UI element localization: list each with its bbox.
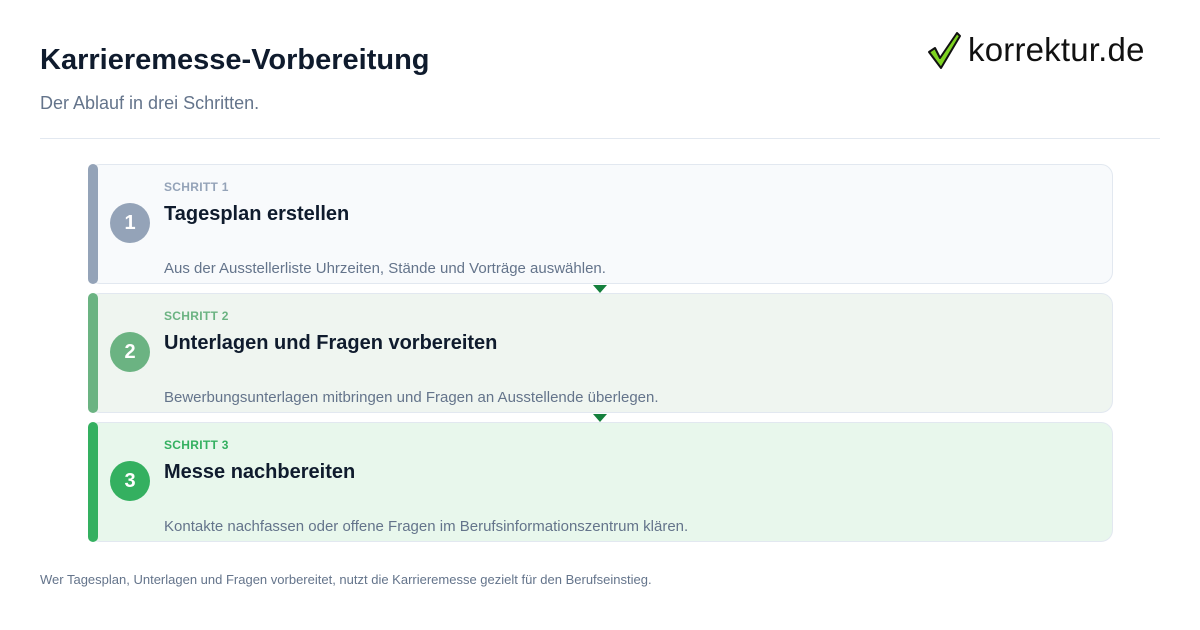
step-title: Unterlagen und Fragen vorbereiten [164,332,498,354]
step-card-1: 1 SCHRITT 1 Tagesplan erstellen Aus der … [88,164,1113,284]
down-arrow-icon [593,414,607,422]
checkmark-icon [926,30,962,70]
step-number-badge: 3 [110,461,150,501]
step-label: SCHRITT 1 [164,180,229,194]
page: Karrieremesse-Vorbereitung Der Ablauf in… [0,0,1200,630]
step-card-2: 2 SCHRITT 2 Unterlagen und Fragen vorber… [88,293,1113,413]
step-description: Kontakte nachfassen oder offene Fragen i… [164,518,689,535]
down-arrow-icon [593,285,607,293]
step-label: SCHRITT 3 [164,438,229,452]
step-accent-bar [88,293,98,413]
step-title: Tagesplan erstellen [164,203,350,225]
header-divider [40,138,1160,139]
step-card-3: 3 SCHRITT 3 Messe nachbereiten Kontakte … [88,422,1113,542]
step-description: Aus der Ausstellerliste Uhrzeiten, Ständ… [164,260,606,277]
step-number-badge: 1 [110,203,150,243]
step-number-badge: 2 [110,332,150,372]
logo-text: korrektur.de [968,31,1145,68]
step-label: SCHRITT 2 [164,309,229,323]
step-accent-bar [88,422,98,542]
step-title: Messe nachbereiten [164,461,356,483]
page-subtitle: Der Ablauf in drei Schritten. [40,93,260,113]
logo: korrektur.de [926,30,1145,70]
footer-note: Wer Tagesplan, Unterlagen und Fragen vor… [40,572,652,587]
step-description: Bewerbungsunterlagen mitbringen und Frag… [164,389,659,406]
page-title: Karrieremesse-Vorbereitung [40,44,430,76]
step-accent-bar [88,164,98,284]
